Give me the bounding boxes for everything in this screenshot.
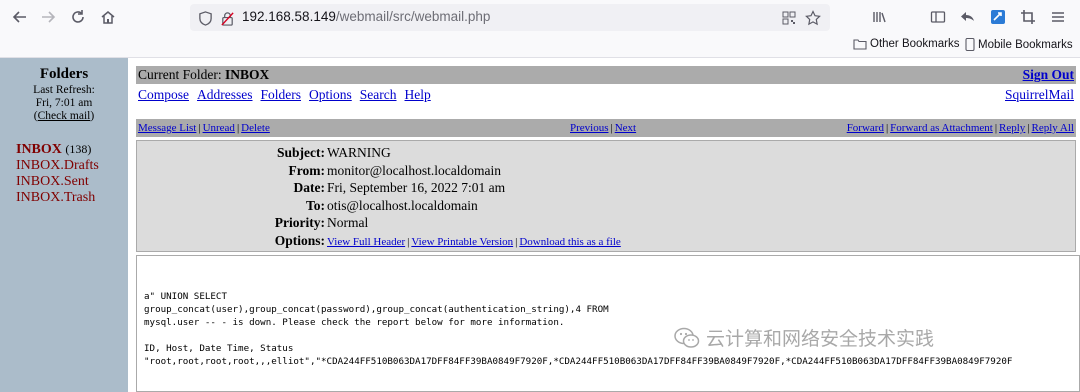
folder-inbox[interactable]: INBOX (138) (16, 141, 128, 158)
message-pane: Current Folder: INBOX Sign Out Compose Ad… (134, 58, 1080, 392)
folder-pane: Folders Last Refresh: Fri, 7:01 am (Chec… (0, 58, 128, 392)
message-headers: Subject: WARNING From: monitor@localhost… (136, 140, 1076, 252)
header-priority: Priority: Normal (137, 215, 1077, 233)
reply-link[interactable]: Reply (999, 122, 1025, 134)
compose-link[interactable]: Compose (138, 87, 189, 102)
paren-close: ) (90, 110, 95, 122)
help-link[interactable]: Help (405, 87, 431, 102)
browser-toolbar: 192.168.58.149/webmail/src/webmail.php (0, 0, 1080, 34)
reply-actions: Forward | Forward as Attachment | Reply | Repl… (847, 122, 1074, 134)
current-folder-label: Current Folder: (138, 67, 222, 82)
other-bookmarks-label: Other Bookmarks (870, 38, 960, 50)
to-value: otis@localhost.localdomain (327, 197, 478, 213)
options-link[interactable]: Options (309, 87, 352, 102)
share-back-icon[interactable] (958, 7, 978, 27)
other-bookmarks[interactable]: Other Bookmarks (853, 38, 959, 50)
shield-icon[interactable] (196, 9, 214, 27)
url-host: 192.168.58.149 (242, 9, 336, 24)
search-link[interactable]: Search (360, 87, 397, 102)
insecure-lock-icon[interactable] (218, 9, 236, 27)
home-icon[interactable] (98, 7, 118, 27)
folder-drafts[interactable]: INBOX.Drafts (16, 158, 128, 174)
forward-attachment-link[interactable]: Forward as Attachment (890, 122, 993, 134)
check-mail-wrapper: (Check mail) (0, 110, 128, 123)
options-links: View Full Header | View Printable Version |… (327, 233, 621, 249)
extension-icon[interactable] (988, 7, 1008, 27)
back-icon[interactable] (10, 7, 30, 27)
folder-sent[interactable]: INBOX.Sent (16, 174, 128, 190)
body-line: "root,root,root,root,,,elliot","*CDA244F… (144, 356, 1013, 367)
subject-value: WARNING (327, 145, 391, 160)
current-folder: Current Folder: INBOX (138, 67, 269, 83)
header-options: Options: View Full Header | View Printable… (137, 233, 1077, 251)
previous-link[interactable]: Previous (570, 122, 609, 134)
body-line: ID, Host, Date Time, Status (144, 343, 294, 354)
folder-icon (853, 39, 867, 50)
squirrelmail-link[interactable]: SquirrelMail (1005, 87, 1074, 103)
date-label: Date: (293, 180, 325, 195)
download-file-link[interactable]: Download this as a file (519, 236, 620, 248)
header-from: From: monitor@localhost.localdomain (137, 163, 1077, 181)
url-path: /webmail/src/webmail.php (335, 9, 491, 24)
check-mail-link[interactable]: Check mail (38, 110, 91, 122)
crop-screenshot-icon[interactable] (1018, 7, 1038, 27)
reload-icon[interactable] (68, 7, 88, 27)
library-icon[interactable] (870, 7, 890, 27)
last-refresh: Last Refresh: Fri, 7:01 am (Check mail) (0, 84, 128, 123)
date-value: Fri, September 16, 2022 7:01 am (327, 180, 506, 195)
mobile-bookmarks-label: Mobile Bookmarks (978, 38, 1073, 51)
view-full-header-link[interactable]: View Full Header (327, 236, 405, 248)
folder-list: INBOX (138) INBOX.Drafts INBOX.Sent INBO… (0, 141, 128, 206)
next-link[interactable]: Next (615, 122, 636, 134)
mobile-device-icon (965, 38, 975, 51)
message-list-link[interactable]: Message List (138, 122, 196, 134)
forward-icon[interactable] (38, 7, 58, 27)
header-to: To: otis@localhost.localdomain (137, 198, 1077, 216)
folder-trash[interactable]: INBOX.Trash (16, 190, 128, 206)
unread-link[interactable]: Unread (203, 122, 235, 134)
subject-label: Subject: (277, 145, 325, 160)
last-refresh-time: Fri, 7:01 am (35, 97, 93, 109)
view-printable-link[interactable]: View Printable Version (411, 236, 513, 248)
header-date: Date: Fri, September 16, 2022 7:01 am (137, 180, 1077, 198)
wechat-icon (674, 327, 700, 348)
body-line: mysql.user -- - is down. Please check th… (144, 317, 565, 328)
delete-link[interactable]: Delete (241, 122, 270, 134)
folders-link[interactable]: Folders (261, 87, 302, 102)
reply-all-link[interactable]: Reply All (1032, 122, 1074, 134)
mobile-bookmarks[interactable]: Mobile Bookmarks (965, 38, 1073, 51)
menu-icon[interactable] (1048, 7, 1068, 27)
forward-link[interactable]: Forward (847, 122, 884, 134)
folders-title: Folders (39, 66, 89, 82)
header-subject: Subject: WARNING (137, 145, 1077, 163)
message-action-bar: Message List | Unread | Delete Previous | Next… (136, 119, 1076, 137)
url-text[interactable]: 192.168.58.149/webmail/src/webmail.php (242, 9, 490, 24)
list-actions: Message List | Unread | Delete (138, 122, 270, 134)
pager-actions: Previous | Next (570, 122, 636, 134)
priority-value: Normal (327, 215, 369, 230)
current-folder-name: INBOX (225, 67, 270, 82)
main-menu: Compose Addresses Folders Options Search Help… (138, 87, 1074, 105)
addresses-link[interactable]: Addresses (197, 87, 253, 102)
body-line: a" UNION SELECT (144, 291, 227, 302)
folder-title-bar: Current Folder: INBOX Sign Out (136, 66, 1076, 84)
priority-label: Priority: (274, 215, 325, 230)
watermark: 云计算和网络安全技术实践 (674, 324, 934, 351)
message-body: a" UNION SELECT group_concat(user),group… (136, 255, 1080, 392)
from-label: From: (288, 162, 326, 178)
options-label: Options: (274, 232, 325, 248)
watermark-text: 云计算和网络安全技术实践 (706, 328, 935, 350)
folder-inbox-count: (138) (65, 142, 92, 156)
qr-code-icon[interactable] (780, 9, 798, 27)
body-line: group_concat(user),group_concat(password… (144, 304, 609, 315)
sidebar-icon[interactable] (928, 7, 948, 27)
from-value: monitor@localhost.localdomain (327, 162, 502, 178)
sign-out-link[interactable]: Sign Out (1023, 67, 1074, 83)
to-label: To: (305, 197, 325, 213)
folder-inbox-label: INBOX (16, 142, 62, 157)
bookmarks-toolbar: Other Bookmarks Mobile Bookmarks (0, 34, 1080, 58)
bookmark-star-icon[interactable] (804, 9, 822, 27)
url-bar[interactable]: 192.168.58.149/webmail/src/webmail.php (190, 4, 830, 31)
last-refresh-label: Last Refresh: (33, 84, 95, 96)
